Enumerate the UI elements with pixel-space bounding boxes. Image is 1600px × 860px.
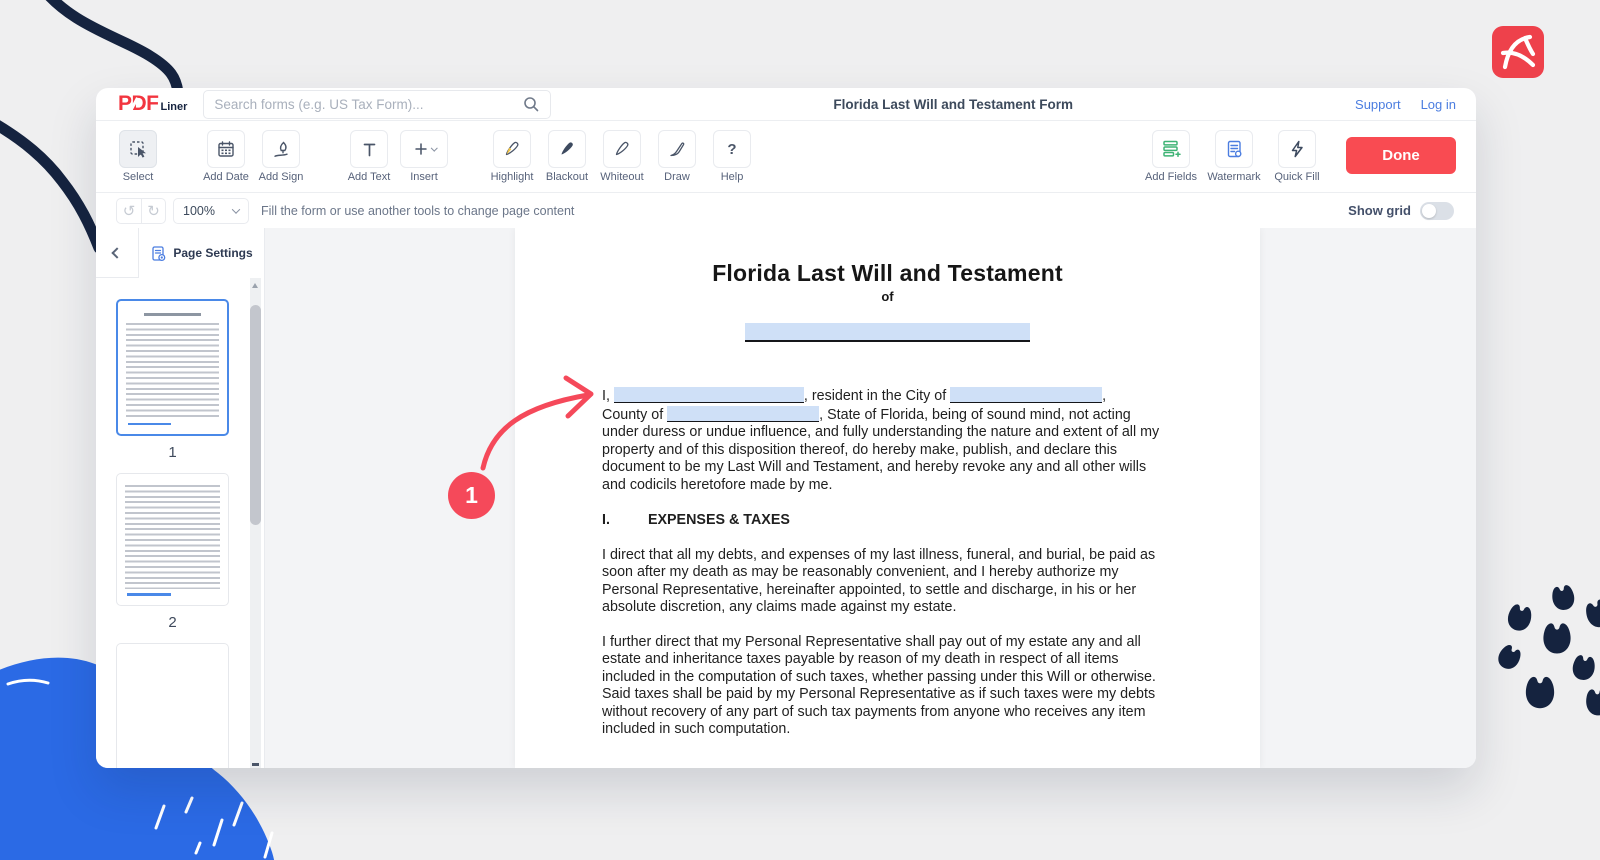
city-field[interactable] <box>950 387 1102 403</box>
lightning-icon <box>1287 139 1307 159</box>
toolbar: Select Add Date Add Sign Add Text <box>96 121 1476 192</box>
help-button[interactable]: ? Help <box>706 130 758 183</box>
paragraph-expenses: I direct that all my debts, and expenses… <box>602 547 1180 617</box>
paragraph-taxes: I further direct that my Personal Repres… <box>602 634 1180 739</box>
done-button[interactable]: Done <box>1346 137 1456 174</box>
page-number: 2 <box>96 614 249 631</box>
whiteout-brush-icon <box>612 139 632 159</box>
testator-name-field[interactable] <box>745 323 1030 342</box>
pdfliner-window: PDF Liner Search forms (e.g. US Tax Form… <box>96 88 1476 768</box>
page-thumbnail-3[interactable] <box>116 643 229 769</box>
document-title: Florida Last Will and Testament <box>515 260 1260 287</box>
whiteout-button[interactable]: Whiteout <box>596 130 648 183</box>
logo-liner-text: Liner <box>161 101 188 114</box>
full-name-field[interactable] <box>614 387 804 403</box>
document-body: I, , resident in the City of , County of… <box>602 387 1180 739</box>
select-tool-button[interactable]: Select <box>112 130 164 183</box>
pen-sign-icon <box>271 139 291 159</box>
document-page: Florida Last Will and Testament of I, , … <box>515 228 1260 768</box>
form-title: Florida Last Will and Testament Form <box>551 97 1355 112</box>
show-grid-toggle[interactable] <box>1420 202 1454 220</box>
add-fields-icon <box>1160 138 1182 160</box>
spots-decoration <box>1494 584 1600 716</box>
watermark-icon <box>1224 139 1244 159</box>
squiggle-left <box>0 118 99 248</box>
squiggle-top <box>40 0 178 92</box>
plus-icon <box>412 140 430 158</box>
text-icon <box>359 139 379 159</box>
draw-brush-icon <box>667 139 687 159</box>
county-field[interactable] <box>667 406 819 422</box>
chevron-left-icon <box>111 247 122 258</box>
logo-pdf-text: PDF <box>118 94 159 114</box>
collapse-sidebar-button[interactable] <box>96 228 138 277</box>
add-text-button[interactable]: Add Text <box>343 130 395 183</box>
scroll-up-arrow[interactable] <box>252 283 258 288</box>
page-settings-icon <box>150 245 167 262</box>
page-number: 1 <box>96 444 249 461</box>
draw-button[interactable]: Draw <box>651 130 703 183</box>
document-subtitle: of <box>515 289 1260 304</box>
quick-fill-button[interactable]: Quick Fill <box>1267 130 1327 183</box>
add-fields-button[interactable]: Add Fields <box>1141 130 1201 183</box>
calendar-icon <box>216 139 236 159</box>
section-heading: I.EXPENSES & TAXES <box>602 512 1180 530</box>
subtoolbar: ↺ ↻ 100% Fill the form or use another to… <box>96 192 1476 228</box>
page-thumbnail-2[interactable] <box>116 473 229 606</box>
toolbar-hint: Fill the form or use another tools to ch… <box>261 204 574 218</box>
zoom-value: 100% <box>183 204 215 218</box>
show-grid-label: Show grid <box>1348 203 1411 218</box>
add-sign-button[interactable]: Add Sign <box>255 130 307 183</box>
pdfliner-app-icon <box>1492 26 1544 78</box>
pages-sidebar: Page Settings 1 2 <box>96 228 265 768</box>
add-date-button[interactable]: Add Date <box>200 130 252 183</box>
chevron-down-icon <box>232 205 240 213</box>
login-link[interactable]: Log in <box>1421 97 1456 112</box>
undo-button[interactable]: ↺ <box>116 198 141 224</box>
search-placeholder: Search forms (e.g. US Tax Form)... <box>214 97 522 112</box>
pdfliner-logo[interactable]: PDF Liner <box>118 94 187 114</box>
app-header: PDF Liner Search forms (e.g. US Tax Form… <box>96 88 1476 121</box>
scrollbar-thumb[interactable] <box>250 305 261 525</box>
page-settings-tab[interactable]: Page Settings <box>138 228 264 278</box>
page-thumbnails: 1 2 <box>96 278 249 768</box>
highlight-brush-icon <box>502 139 522 159</box>
search-input[interactable]: Search forms (e.g. US Tax Form)... <box>203 90 551 119</box>
svg-text:?: ? <box>727 141 736 158</box>
toggle-knob <box>1422 204 1436 218</box>
redo-button[interactable]: ↻ <box>141 198 166 224</box>
select-icon <box>128 139 148 159</box>
question-icon: ? <box>722 139 742 159</box>
insert-button[interactable]: Insert <box>398 130 450 183</box>
scroll-down-arrow[interactable] <box>252 763 259 766</box>
step-1-badge: 1 <box>448 472 495 519</box>
highlight-button[interactable]: Highlight <box>486 130 538 183</box>
sidebar-scrollbar[interactable] <box>250 278 261 768</box>
watermark-button[interactable]: Watermark <box>1204 130 1264 183</box>
chevron-down-icon <box>431 144 437 150</box>
zoom-select[interactable]: 100% <box>173 198 249 224</box>
blackout-brush-icon <box>557 139 577 159</box>
support-link[interactable]: Support <box>1355 97 1401 112</box>
blackout-button[interactable]: Blackout <box>541 130 593 183</box>
page-thumbnail-1[interactable] <box>116 299 229 436</box>
search-icon[interactable] <box>522 95 540 113</box>
